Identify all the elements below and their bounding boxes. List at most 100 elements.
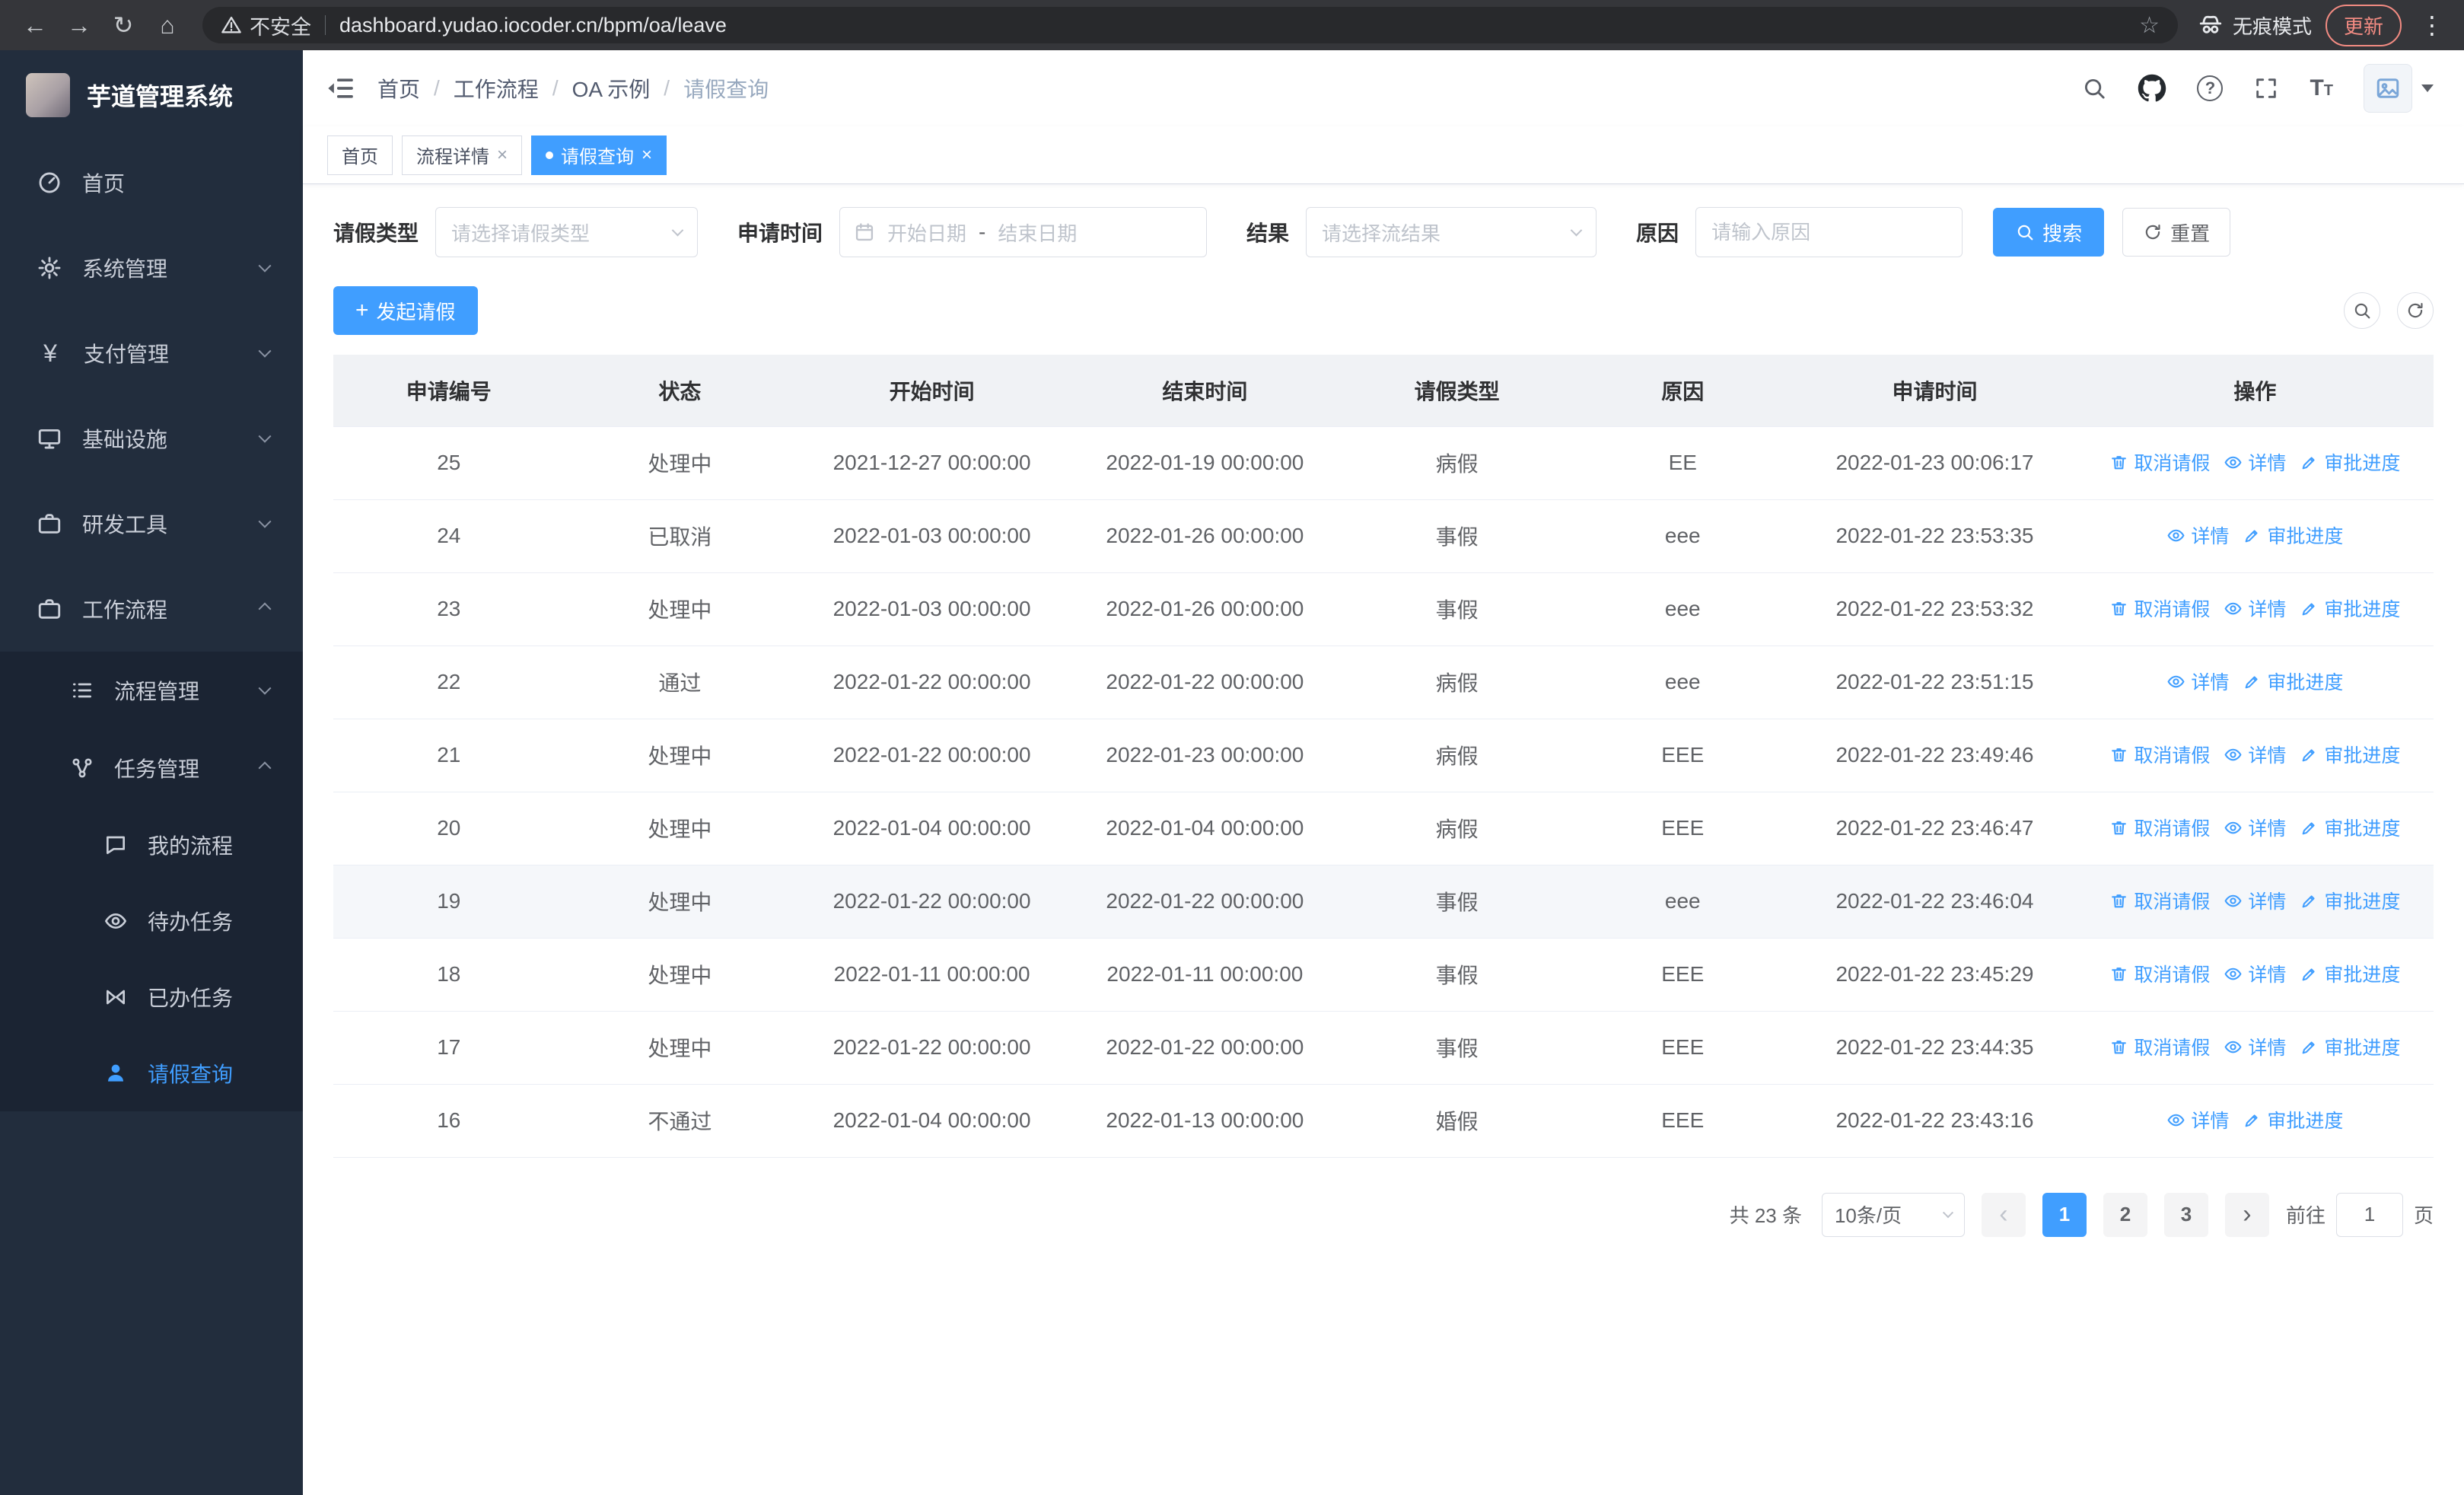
progress-link[interactable]: 审批进度 bbox=[2300, 1033, 2400, 1060]
sidebar-item-system[interactable]: 系统管理 bbox=[0, 225, 303, 311]
detail-link[interactable]: 详情 bbox=[2224, 741, 2286, 768]
pen-icon bbox=[2300, 599, 2319, 618]
cancel-leave-link[interactable]: 取消请假 bbox=[2109, 814, 2210, 841]
search-icon[interactable] bbox=[2081, 75, 2107, 101]
home-button[interactable]: ⌂ bbox=[148, 5, 187, 45]
github-icon[interactable] bbox=[2138, 74, 2166, 103]
url-text[interactable]: dashboard.yudao.iocoder.cn/bpm/oa/leave bbox=[339, 14, 2139, 37]
cancel-leave-link[interactable]: 取消请假 bbox=[2109, 1033, 2210, 1060]
cell-id: 25 bbox=[333, 426, 565, 500]
sidebar-item-infra[interactable]: 基础设施 bbox=[0, 396, 303, 481]
update-button[interactable]: 更新 bbox=[2325, 4, 2402, 46]
detail-link[interactable]: 详情 bbox=[2224, 1033, 2286, 1060]
progress-link[interactable]: 审批进度 bbox=[2300, 741, 2400, 768]
cancel-leave-link[interactable]: 取消请假 bbox=[2109, 741, 2210, 768]
sidebar-item-leave-query[interactable]: 请假查询 bbox=[0, 1035, 303, 1111]
detail-link[interactable]: 详情 bbox=[2166, 1106, 2229, 1133]
omnibox-divider bbox=[325, 15, 326, 35]
result-select[interactable]: 请选择流结果 bbox=[1306, 207, 1597, 257]
user-menu[interactable] bbox=[2364, 64, 2434, 113]
sidebar-item-devtools[interactable]: 研发工具 bbox=[0, 481, 303, 566]
cell-applied: 2022-01-22 23:43:16 bbox=[1793, 1084, 2077, 1158]
detail-link[interactable]: 详情 bbox=[2166, 521, 2229, 549]
tab-process-detail[interactable]: 流程详情 × bbox=[402, 135, 523, 175]
sidebar-toggle-icon[interactable] bbox=[326, 73, 356, 104]
url-bar[interactable]: 不安全 dashboard.yudao.iocoder.cn/bpm/oa/le… bbox=[202, 7, 2178, 43]
page-button-2[interactable]: 2 bbox=[2103, 1192, 2147, 1237]
sidebar-item-task-mgmt[interactable]: 任务管理 bbox=[0, 729, 303, 807]
cell-start: 2022-01-03 00:00:00 bbox=[795, 499, 1068, 573]
goto-page-input[interactable] bbox=[2335, 1192, 2403, 1237]
toolbar-right bbox=[2344, 292, 2434, 329]
detail-link[interactable]: 详情 bbox=[2224, 448, 2286, 476]
breadcrumb-item-oa[interactable]: OA 示例 bbox=[572, 73, 651, 104]
sidebar-item-home[interactable]: 首页 bbox=[0, 140, 303, 225]
leave-type-select[interactable]: 请选择请假类型 bbox=[435, 207, 699, 257]
back-button[interactable]: ← bbox=[15, 5, 55, 45]
cancel-leave-link[interactable]: 取消请假 bbox=[2109, 448, 2210, 476]
tab-leave-query[interactable]: 请假查询 × bbox=[531, 135, 667, 175]
reset-button[interactable]: 重置 bbox=[2122, 208, 2231, 257]
cancel-leave-link[interactable]: 取消请假 bbox=[2109, 887, 2210, 914]
page-button-1[interactable]: 1 bbox=[2042, 1192, 2087, 1237]
page-button-3[interactable]: 3 bbox=[2163, 1192, 2208, 1237]
progress-link[interactable]: 审批进度 bbox=[2300, 960, 2400, 987]
app-title: 芋道管理系统 bbox=[87, 83, 234, 110]
sidebar-item-todo-tasks[interactable]: 待办任务 bbox=[0, 883, 303, 959]
fullscreen-icon[interactable] bbox=[2253, 75, 2279, 101]
detail-link[interactable]: 详情 bbox=[2166, 668, 2229, 695]
button-label: 重置 bbox=[2170, 222, 2211, 245]
progress-link[interactable]: 审批进度 bbox=[2243, 1106, 2343, 1133]
font-size-icon[interactable]: TT bbox=[2310, 75, 2333, 101]
cell-reason: EEE bbox=[1572, 1011, 1794, 1085]
chevron-down-icon bbox=[671, 224, 684, 236]
sidebar-item-workflow[interactable]: 工作流程 bbox=[0, 566, 303, 652]
sidebar-item-my-process[interactable]: 我的流程 bbox=[0, 807, 303, 883]
sidebar-item-process-mgmt[interactable]: 流程管理 bbox=[0, 652, 303, 729]
tab-home[interactable]: 首页 bbox=[327, 135, 393, 175]
progress-link[interactable]: 审批进度 bbox=[2300, 594, 2400, 622]
cancel-leave-link[interactable]: 取消请假 bbox=[2109, 960, 2210, 987]
row-actions: 取消请假 详情 审批进度 bbox=[2076, 1011, 2434, 1085]
detail-link[interactable]: 详情 bbox=[2224, 960, 2286, 987]
browser-menu-icon[interactable]: ⋮ bbox=[2415, 11, 2449, 40]
close-icon[interactable]: × bbox=[641, 145, 652, 164]
bookmark-star-icon[interactable]: ☆ bbox=[2139, 12, 2160, 39]
progress-link[interactable]: 审批进度 bbox=[2300, 448, 2400, 476]
prev-page-button[interactable]: ‹ bbox=[1981, 1192, 2026, 1237]
reload-button[interactable]: ↻ bbox=[103, 5, 143, 45]
page-unit-label: 页 bbox=[2413, 1204, 2434, 1227]
detail-link[interactable]: 详情 bbox=[2224, 887, 2286, 914]
breadcrumb-item-workflow[interactable]: 工作流程 bbox=[454, 73, 539, 104]
user-avatar[interactable] bbox=[2364, 64, 2412, 113]
page-size-select[interactable]: 10条/页 bbox=[1821, 1192, 1965, 1237]
next-page-button[interactable]: › bbox=[2224, 1192, 2269, 1237]
sidebar-item-done-tasks[interactable]: 已办任务 bbox=[0, 959, 303, 1035]
refresh-table-button[interactable] bbox=[2397, 292, 2434, 329]
chevron-down-icon bbox=[258, 259, 272, 273]
cell-applied: 2022-01-22 23:53:32 bbox=[1793, 572, 2077, 646]
cancel-leave-link[interactable]: 取消请假 bbox=[2109, 594, 2210, 622]
cell-status: 处理中 bbox=[564, 572, 796, 646]
progress-link[interactable]: 审批进度 bbox=[2243, 668, 2343, 695]
forward-button[interactable]: → bbox=[59, 5, 99, 45]
apply-time-range[interactable]: 开始日期 - 结束日期 bbox=[839, 207, 1208, 257]
reason-input[interactable] bbox=[1695, 207, 1963, 257]
toggle-search-button[interactable] bbox=[2344, 292, 2380, 329]
close-icon[interactable]: × bbox=[497, 145, 508, 164]
progress-link[interactable]: 审批进度 bbox=[2243, 521, 2343, 549]
progress-link[interactable]: 审批进度 bbox=[2300, 887, 2400, 914]
breadcrumb-item-home[interactable]: 首页 bbox=[377, 73, 420, 104]
detail-link[interactable]: 详情 bbox=[2224, 814, 2286, 841]
detail-link[interactable]: 详情 bbox=[2224, 594, 2286, 622]
trash-icon bbox=[2109, 1038, 2128, 1057]
search-button[interactable]: 搜索 bbox=[1993, 208, 2105, 257]
progress-link[interactable]: 审批进度 bbox=[2300, 814, 2400, 841]
create-leave-button[interactable]: + 发起请假 bbox=[333, 286, 478, 335]
sidebar-item-payment[interactable]: ¥ 支付管理 bbox=[0, 311, 303, 396]
help-icon[interactable]: ? bbox=[2197, 75, 2224, 101]
cell-applied: 2022-01-23 00:06:17 bbox=[1793, 426, 2077, 500]
security-warning[interactable]: 不安全 bbox=[221, 11, 311, 40]
breadcrumb: 首页 / 工作流程 / OA 示例 / 请假查询 bbox=[377, 73, 769, 104]
table-row: 21 处理中 2022-01-22 00:00:00 2022-01-23 00… bbox=[333, 719, 2434, 792]
